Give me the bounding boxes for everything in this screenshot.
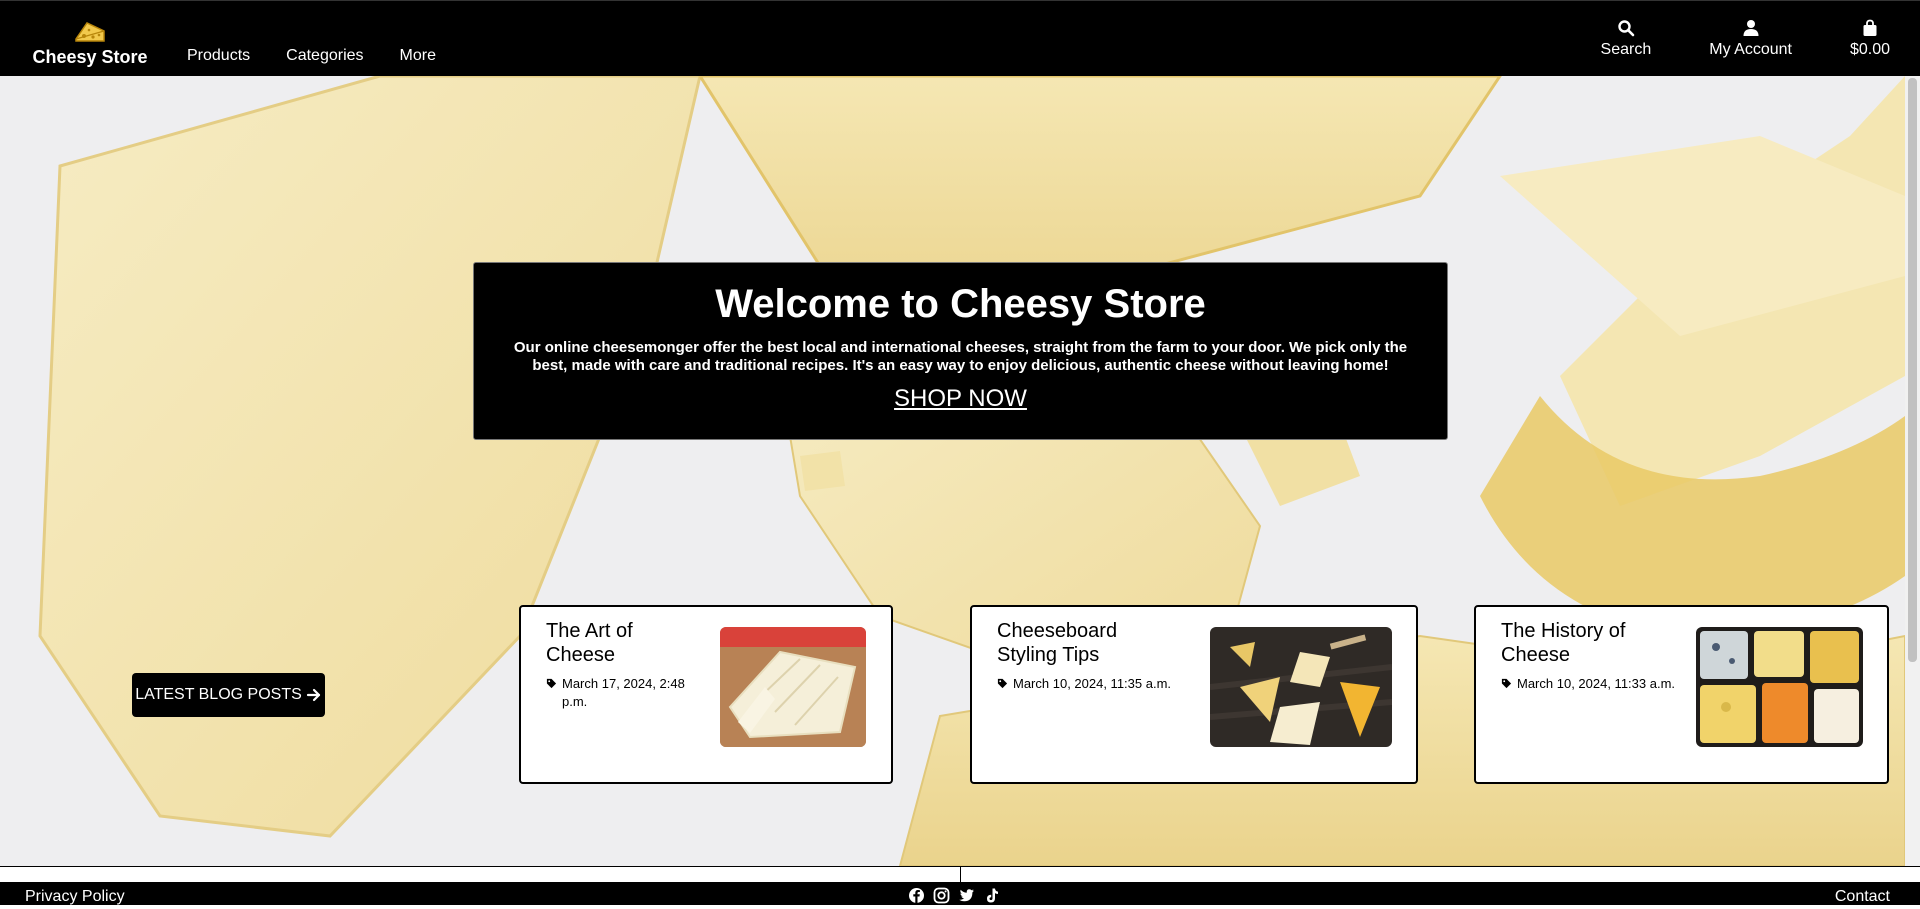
welcome-banner: Welcome to Cheesy Store Our online chees…: [473, 262, 1448, 440]
blog-post-date-row: March 17, 2024, 2:48 p.m.: [546, 675, 706, 711]
shop-now-link[interactable]: SHOP NOW: [894, 385, 1027, 413]
social-links: [908, 887, 1000, 904]
blog-post-title[interactable]: Cheeseboard Styling Tips: [997, 619, 1177, 667]
cart-total: $0.00: [1849, 41, 1890, 58]
blog-post-title[interactable]: The History of Cheese: [1501, 619, 1681, 667]
user-icon: [1743, 20, 1759, 36]
blog-post-date-row: March 10, 2024, 11:35 a.m.: [997, 675, 1177, 693]
latest-blog-posts-label: LATEST BLOG POSTS: [135, 686, 302, 703]
top-navbar: Cheesy Store Products Categories More Se…: [0, 0, 1920, 76]
cheese-wedge-icon: [75, 22, 105, 42]
welcome-title: Welcome to Cheesy Store: [715, 282, 1206, 326]
footer-divider: [960, 866, 961, 882]
site-footer: Privacy Policy Contact: [0, 882, 1920, 905]
nav-categories-link[interactable]: Categories: [286, 47, 363, 65]
blog-post-text: The History of Cheese March 10, 2024, 11…: [1501, 619, 1681, 693]
facebook-icon[interactable]: [908, 887, 925, 904]
blog-post-text: Cheeseboard Styling Tips March 10, 2024,…: [997, 619, 1177, 693]
arrow-right-icon: [306, 688, 320, 702]
welcome-description: Our online cheesemonger offer the best l…: [513, 339, 1408, 374]
shopping-bag-icon: [1863, 19, 1877, 36]
blog-post-thumbnail[interactable]: [1210, 627, 1392, 747]
instagram-icon[interactable]: [933, 887, 950, 904]
cheese-loaf-image: [720, 627, 866, 747]
privacy-policy-link[interactable]: Privacy Policy: [25, 888, 125, 906]
blog-post-date: March 10, 2024, 11:35 a.m.: [1013, 676, 1172, 691]
nav-more-link[interactable]: More: [400, 47, 436, 65]
cheese-assortment-image: [1696, 627, 1863, 747]
tag-icon: [546, 678, 557, 689]
tag-icon: [997, 678, 1008, 689]
my-account-button[interactable]: My Account: [1709, 19, 1792, 59]
twitter-icon[interactable]: [958, 887, 975, 904]
tag-icon: [1501, 678, 1512, 689]
search-button[interactable]: Search: [1600, 19, 1652, 59]
blog-post-date: March 10, 2024, 11:33 a.m.: [1517, 676, 1676, 691]
brand-home-link[interactable]: Cheesy Store: [28, 17, 152, 68]
blog-post-thumbnail[interactable]: [720, 627, 866, 747]
blog-post-text: The Art of Cheese March 17, 2024, 2:48 p…: [546, 619, 706, 711]
blog-post-thumbnail[interactable]: [1696, 627, 1863, 747]
blog-post-title[interactable]: The Art of Cheese: [546, 619, 706, 667]
contact-link[interactable]: Contact: [1835, 888, 1890, 906]
tiktok-icon[interactable]: [983, 887, 1000, 904]
page-scrollbar[interactable]: [1905, 76, 1920, 866]
cart-button[interactable]: $0.00: [1850, 19, 1890, 59]
blog-post-date-row: March 10, 2024, 11:33 a.m.: [1501, 675, 1681, 693]
blog-post-card[interactable]: The History of Cheese March 10, 2024, 11…: [1474, 605, 1889, 784]
search-label: Search: [1600, 41, 1652, 58]
latest-blog-posts-button[interactable]: LATEST BLOG POSTS: [132, 673, 325, 717]
blog-post-date: March 17, 2024, 2:48 p.m.: [562, 676, 685, 709]
my-account-label: My Account: [1709, 41, 1792, 58]
blog-post-card[interactable]: The Art of Cheese March 17, 2024, 2:48 p…: [519, 605, 893, 784]
scrollbar-thumb[interactable]: [1908, 78, 1917, 662]
search-icon: [1618, 20, 1635, 37]
brand-name: Cheesy Store: [32, 47, 148, 67]
main-nav: Products Categories More: [187, 47, 436, 65]
nav-actions: Search My Account $0.00: [1601, 19, 1890, 59]
cheeseboard-image: [1210, 627, 1392, 747]
nav-products-link[interactable]: Products: [187, 47, 250, 65]
blog-post-card[interactable]: Cheeseboard Styling Tips March 10, 2024,…: [970, 605, 1418, 784]
